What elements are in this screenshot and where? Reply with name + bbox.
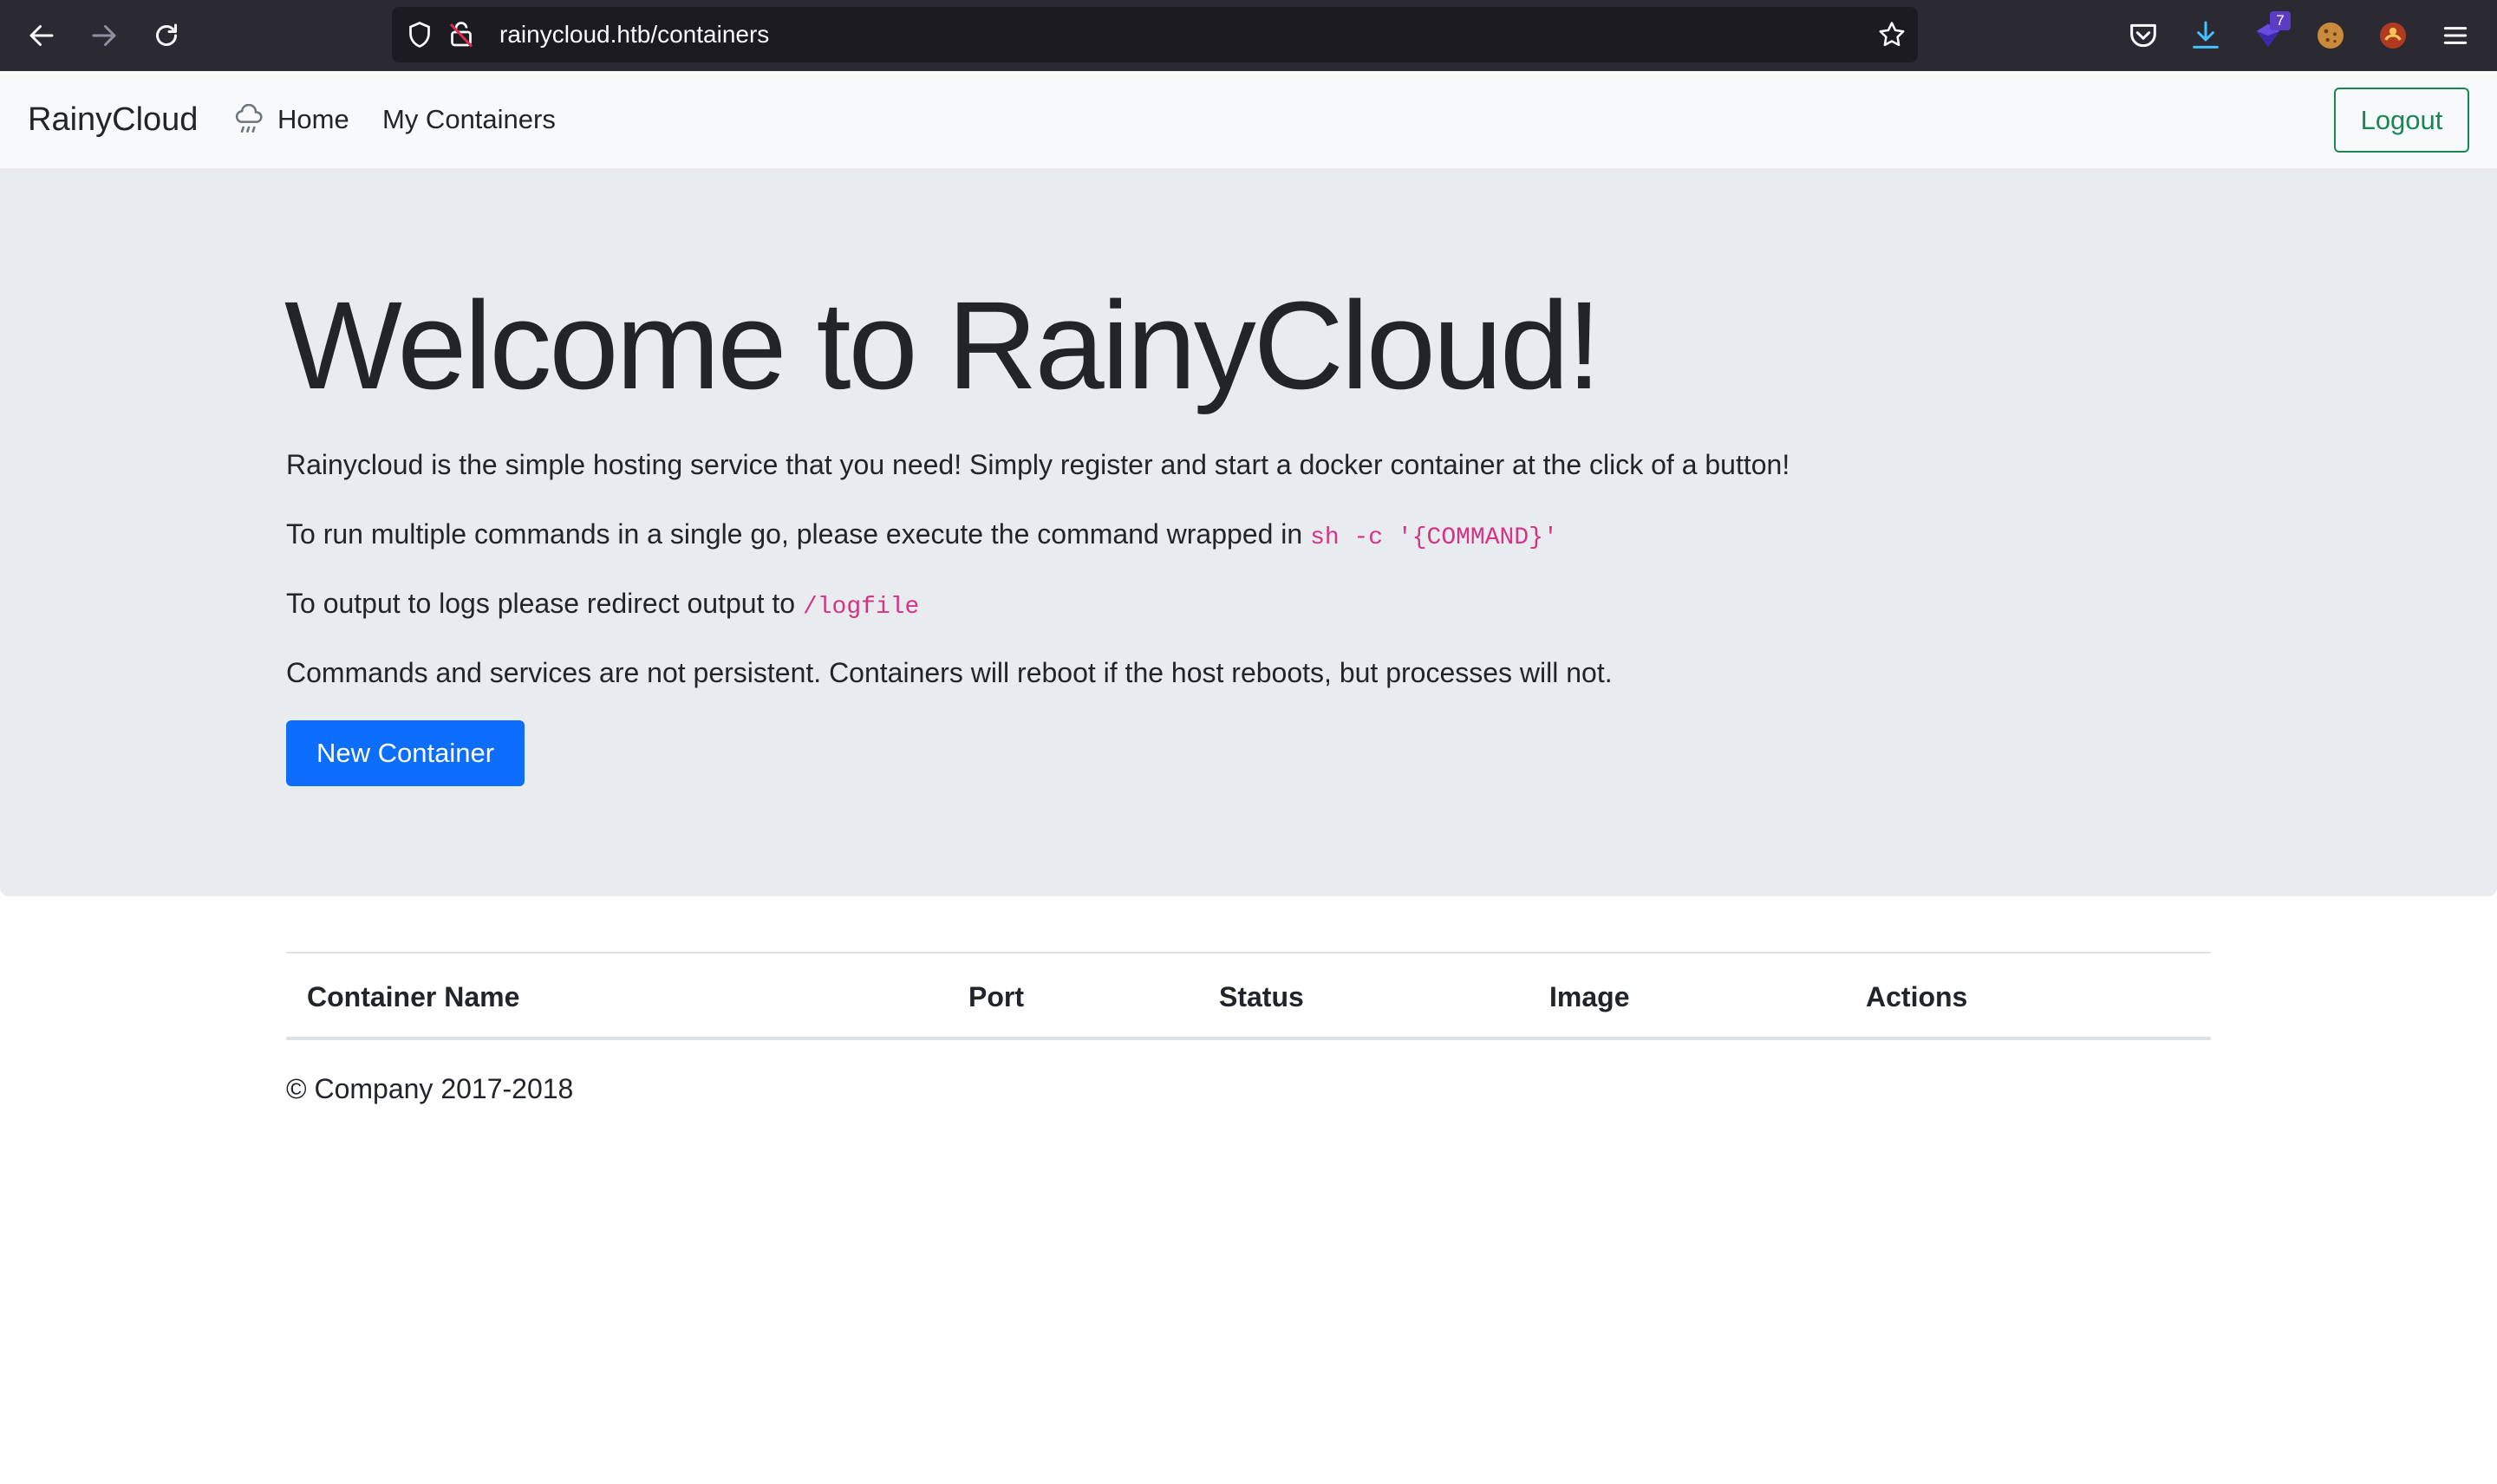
url-text[interactable]: rainycloud.htb/containers xyxy=(499,7,769,62)
extension-badge-button[interactable]: 7 xyxy=(2251,11,2291,53)
reload-button[interactable] xyxy=(147,16,186,55)
back-button[interactable] xyxy=(23,16,61,55)
profile-avatar-icon[interactable] xyxy=(2376,18,2410,53)
logout-button[interactable]: Logout xyxy=(2334,88,2469,153)
new-container-button[interactable]: New Container xyxy=(286,720,525,786)
hero-multi-command-note: To run multiple commands in a single go,… xyxy=(286,517,1558,556)
menu-hamburger-icon[interactable] xyxy=(2438,18,2473,53)
arrow-right-icon xyxy=(92,25,116,46)
footer-copyright: © Company 2017-2018 xyxy=(286,1073,574,1104)
shield-icon[interactable] xyxy=(404,19,435,50)
brand-link[interactable]: RainyCloud xyxy=(28,71,198,168)
nav-my-containers-link[interactable]: My Containers xyxy=(382,71,556,168)
column-header-container-name: Container Name xyxy=(307,981,520,1012)
pocket-icon[interactable] xyxy=(2126,18,2161,53)
nav-home-link[interactable]: Home xyxy=(277,71,349,168)
command-code: sh -c '{COMMAND}' xyxy=(1310,524,1558,551)
table-header-row: Container Name Port Status Image Actions xyxy=(286,954,2211,1040)
page-title: Welcome to RainyCloud! xyxy=(284,276,1601,415)
insecure-lock-icon[interactable] xyxy=(446,19,477,50)
hero-persistence-note: Commands and services are not persistent… xyxy=(286,657,1613,688)
multi-command-text: To run multiple commands in a single go,… xyxy=(286,518,1311,550)
address-bar[interactable]: rainycloud.htb/containers xyxy=(392,7,1918,62)
extension-count-badge: 7 xyxy=(2270,11,2291,30)
browser-toolbar: rainycloud.htb/containers 7 xyxy=(0,0,2497,71)
bookmark-star-icon[interactable] xyxy=(1876,19,1907,50)
column-header-image: Image xyxy=(1549,981,1630,1012)
download-icon[interactable] xyxy=(2188,18,2223,53)
site-navbar: RainyCloud Home My Containers Logout xyxy=(0,71,2497,168)
column-header-port: Port xyxy=(968,981,1024,1012)
forward-button[interactable] xyxy=(85,16,123,55)
hero-description: Rainycloud is the simple hosting service… xyxy=(286,449,1790,480)
hero-log-note: To output to logs please redirect output… xyxy=(286,586,919,625)
cloud-icon xyxy=(235,104,263,133)
reload-icon xyxy=(156,23,177,46)
column-header-actions: Actions xyxy=(1866,981,1968,1012)
log-note-text: To output to logs please redirect output… xyxy=(286,588,803,619)
logfile-code: /logfile xyxy=(802,594,920,621)
containers-table: Container Name Port Status Image Actions xyxy=(286,952,2211,1040)
cookie-icon[interactable] xyxy=(2313,18,2348,53)
hero-jumbotron: Welcome to RainyCloud! Rainycloud is the… xyxy=(0,168,2497,896)
arrow-left-icon xyxy=(29,25,54,46)
column-header-status: Status xyxy=(1219,981,1304,1012)
